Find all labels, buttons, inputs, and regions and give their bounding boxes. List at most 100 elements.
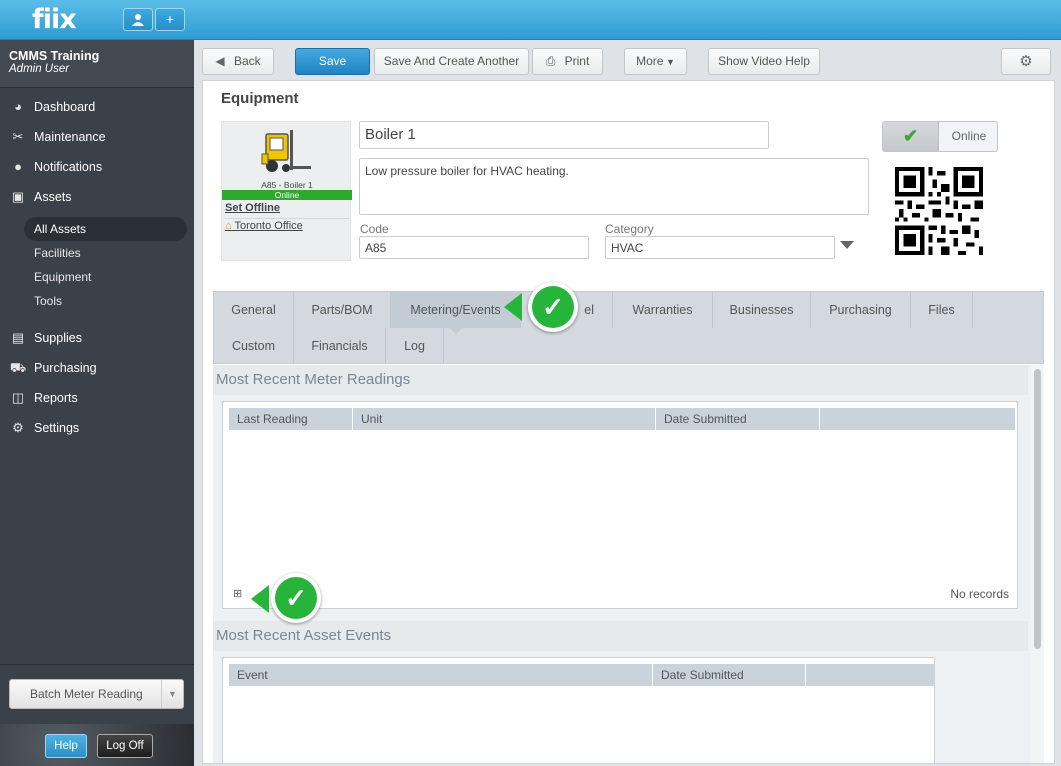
speech-bubble-icon: ● [14, 159, 22, 174]
column-header-last-reading[interactable]: Last Reading [229, 408, 353, 430]
gear-icon[interactable]: ⚙ [1001, 48, 1051, 75]
code-field[interactable]: A85 [359, 236, 589, 259]
category-dropdown-icon[interactable] [840, 241, 854, 249]
batch-meter-reading-button[interactable]: Batch Meter Reading ▼ [9, 679, 184, 709]
page-title: Equipment [221, 90, 299, 107]
sidebar-sub-facilities[interactable]: Facilities [0, 241, 194, 265]
caret-down-icon: ▼ [663, 57, 675, 67]
tab-custom[interactable]: Custom [214, 328, 294, 364]
asset-caption: A85 - Boiler 1 [261, 180, 313, 190]
print-button[interactable]: ⎙ Print [532, 48, 603, 75]
column-header-date-submitted[interactable]: Date Submitted [653, 664, 806, 686]
sidebar-item-label: Reports [34, 391, 78, 405]
tab-general[interactable]: General [214, 292, 294, 328]
sidebar-sub-equipment[interactable]: Equipment [0, 265, 194, 289]
assets-subnav: All Assets Facilities Equipment Tools [0, 217, 194, 313]
equipment-panel: Equipment A85 - Boiler 1 Online Set Offl… [202, 80, 1055, 764]
sidebar-sub-tools[interactable]: Tools [0, 289, 194, 313]
code-label: Code [360, 222, 389, 236]
save-button[interactable]: Save [295, 48, 370, 75]
add-record-icon[interactable]: ⊞ [233, 588, 245, 600]
more-button[interactable]: More ▼ [624, 48, 687, 75]
events-section-title: Most Recent Asset Events [216, 627, 392, 644]
bottom-bar: Help Log Off [0, 724, 194, 766]
forklift-icon [261, 130, 311, 172]
primary-nav: ◕ Dashboard ✂ Maintenance ● Notifications ▣… [0, 92, 194, 212]
checkmark-callout-icon: ✓ [271, 573, 321, 623]
supplies-icon: ▤ [11, 330, 25, 345]
no-records-label: No records [950, 587, 1009, 601]
print-label: Print [564, 54, 590, 68]
location-link[interactable]: ⌂ Toronto Office [225, 218, 349, 232]
sidebar-item-maintenance[interactable]: ✂ Maintenance [0, 122, 194, 152]
asset-events-grid: Event Date Submitted [222, 657, 935, 763]
column-header-date-submitted[interactable]: Date Submitted [656, 408, 820, 430]
user-icon[interactable] [123, 8, 153, 31]
asset-name-field[interactable]: Boiler 1 [359, 121, 769, 149]
category-label: Category [605, 222, 654, 236]
sidebar-item-label: Assets [34, 190, 72, 204]
category-field[interactable]: HVAC [605, 236, 835, 259]
fiix-logo[interactable]: fiix [32, 4, 77, 35]
save-and-create-another-button[interactable]: Save And Create Another [374, 48, 529, 75]
checkmark-icon: ✔ [883, 122, 939, 151]
printer-icon: ⎙ [545, 54, 559, 68]
scrollbar-thumb[interactable] [1034, 369, 1041, 649]
sidebar-item-supplies[interactable]: ▤ Supplies [0, 323, 194, 353]
asset-thumbnail: A85 - Boiler 1 Online Set Offline ⌂ Toro… [221, 121, 352, 261]
sidebar-item-purchasing[interactable]: ⛟ Purchasing [0, 353, 194, 383]
sidebar-item-settings[interactable]: ⚙ Settings [0, 413, 194, 443]
sidebar-item-reports[interactable]: ◫ Reports [0, 383, 194, 413]
online-toggle[interactable]: ✔ Online [882, 121, 998, 152]
tab-files[interactable]: Files [911, 292, 973, 328]
sidebar-item-notifications[interactable]: ● Notifications [0, 152, 194, 182]
tab-parts-bom[interactable]: Parts/BOM [294, 292, 391, 328]
chart-icon: ◫ [11, 390, 25, 405]
chevron-down-icon[interactable]: ▼ [161, 680, 183, 708]
help-button[interactable]: Help [45, 734, 87, 758]
show-video-help-button[interactable]: Show Video Help [708, 48, 820, 75]
tools-icon: ✂ [12, 129, 24, 144]
sidebar-item-label: Dashboard [34, 100, 96, 114]
tab-content: Most Recent Meter Readings Last Reading … [213, 365, 1044, 763]
status-badge: Online [222, 190, 352, 200]
sidebar-item-label: Purchasing [34, 361, 97, 375]
more-label: More [636, 54, 664, 68]
tab-metering-events[interactable]: Metering/Events [391, 292, 521, 328]
main-area: ◀ Back Save Save And Create Another ⎙ Pr… [194, 40, 1061, 766]
set-offline-link[interactable]: Set Offline [225, 202, 280, 214]
sidebar-item-assets[interactable]: ▣ Assets [0, 182, 194, 212]
account-panel: CMMS Training Admin User [0, 40, 194, 88]
column-header-unit[interactable]: Unit [353, 408, 656, 430]
location-label: Toronto Office [234, 220, 303, 232]
sidebar-item-label: Supplies [34, 331, 82, 345]
tab-log[interactable]: Log [386, 328, 444, 364]
back-arrow-icon: ◀ [215, 54, 228, 68]
meter-section-title: Most Recent Meter Readings [216, 371, 411, 388]
batch-area: Batch Meter Reading ▼ [0, 664, 194, 724]
asset-description-field[interactable]: Low pressure boiler for HVAC heating. [359, 158, 869, 215]
column-header-event[interactable]: Event [229, 664, 653, 686]
sidebar-item-label: Notifications [34, 160, 103, 174]
online-toggle-label: Online [951, 129, 987, 143]
tab-financials[interactable]: Financials [294, 328, 386, 364]
sidebar-sub-all-assets[interactable]: All Assets [24, 217, 187, 241]
dashboard-icon: ◕ [14, 99, 22, 114]
vertical-scrollbar[interactable] [1031, 365, 1044, 763]
sidebar-item-dashboard[interactable]: ◕ Dashboard [0, 92, 194, 122]
top-bar: fiix + [0, 0, 1061, 40]
cart-icon: ⛟ [9, 360, 27, 375]
tab-warranties[interactable]: Warranties [613, 292, 713, 328]
back-label: Back [233, 54, 261, 68]
account-user: Admin User [9, 63, 70, 75]
tab-businesses[interactable]: Businesses [713, 292, 811, 328]
meter-grid-header: Last Reading Unit Date Submitted [229, 408, 1015, 430]
batch-meter-reading-label: Batch Meter Reading [30, 687, 143, 701]
checkmark-callout-icon: ✓ [528, 282, 578, 332]
log-off-button[interactable]: Log Off [97, 734, 153, 758]
events-grid-header: Event Date Submitted [229, 664, 935, 686]
add-icon[interactable]: + [155, 8, 185, 31]
tab-purchasing[interactable]: Purchasing [811, 292, 911, 328]
back-button[interactable]: ◀ Back [202, 48, 274, 75]
gear-icon: ⚙ [12, 420, 24, 435]
